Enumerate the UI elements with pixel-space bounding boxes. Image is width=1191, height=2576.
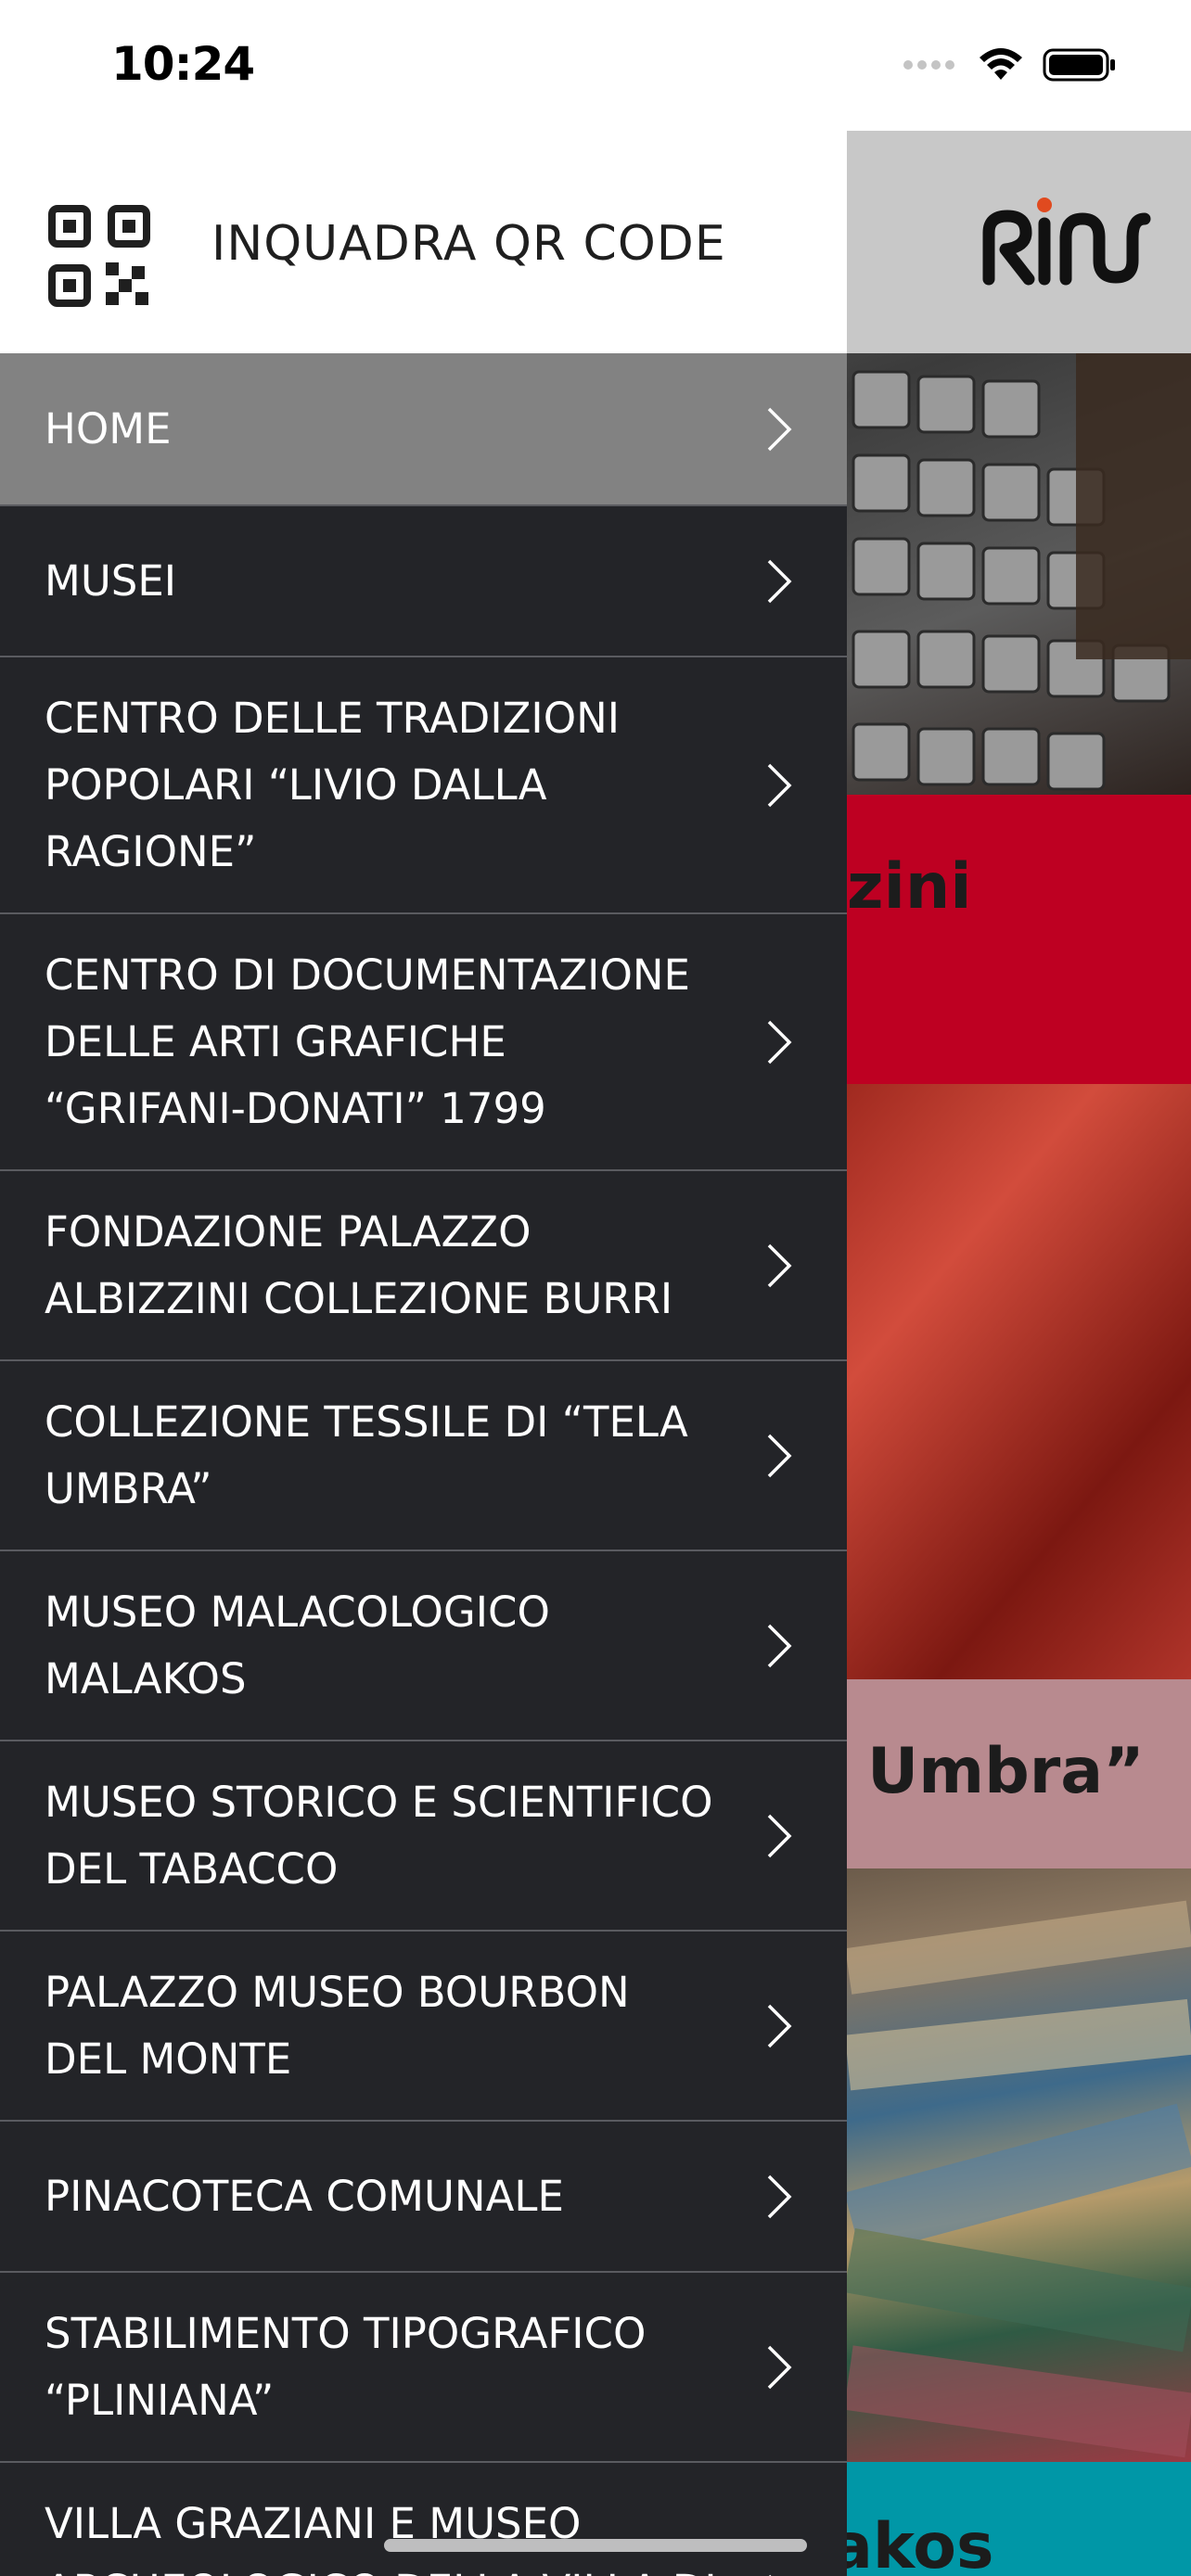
- menu-item-label: FONDAZIONE PALAZZO ALBIZZINI COLLEZIONE …: [45, 1206, 673, 1323]
- battery-icon: [1043, 48, 1115, 82]
- chevron-right-icon: [767, 2004, 792, 2047]
- qr-code-icon: [48, 205, 150, 307]
- chevron-right-icon: [767, 1814, 792, 1857]
- chevron-right-icon: [767, 1243, 792, 1287]
- qr-label: INQUADRA QR CODE: [211, 216, 726, 272]
- menu-item-villa-graziani[interactable]: VILLA GRAZIANI E MUSEO ARCHEOLOGICO DELL…: [0, 2461, 847, 2576]
- chevron-right-icon: [767, 1624, 792, 1667]
- status-time: 10:24: [111, 37, 255, 91]
- menu-item-fondazione-burri[interactable]: FONDAZIONE PALAZZO ALBIZZINI COLLEZIONE …: [0, 1169, 847, 1359]
- chevron-right-icon: [767, 1020, 792, 1064]
- chevron-right-icon: [767, 2174, 792, 2218]
- menu-item-pinacoteca[interactable]: PINACOTECA COMUNALE: [0, 2120, 847, 2271]
- menu-item-label: MUSEO MALACOLOGICO MALAKOS: [45, 1587, 550, 1703]
- status-bar: 10:24: [0, 0, 1191, 131]
- chevron-right-icon: [767, 407, 792, 451]
- wifi-icon: [980, 48, 1022, 80]
- menu-item-label: STABILIMENTO TIPOGRAFICO “PLINIANA”: [45, 2308, 647, 2425]
- menu-item-musei[interactable]: MUSEI: [0, 504, 847, 656]
- status-icons: [903, 46, 1117, 83]
- menu-item-label: MUSEI: [45, 555, 177, 606]
- menu-item-label: CENTRO DI DOCUMENTAZIONE DELLE ARTI GRAF…: [45, 950, 690, 1133]
- menu-item-label: PINACOTECA COMUNALE: [45, 2171, 564, 2221]
- menu-item-label: PALAZZO MUSEO BOURBON DEL MONTE: [45, 1967, 630, 2084]
- card-title: Umbra”: [867, 1735, 1145, 1808]
- menu-item-tela-umbra[interactable]: COLLEZIONE TESSILE DI “TELA UMBRA”: [0, 1359, 847, 1549]
- menu-item-label: VILLA GRAZIANI E MUSEO ARCHEOLOGICO DELL…: [45, 2499, 717, 2576]
- chevron-right-icon: [769, 2574, 772, 2576]
- card-title: zini: [847, 850, 972, 924]
- menu-item-tabacco[interactable]: MUSEO STORICO E SCIENTIFICO DEL TABACCO: [0, 1740, 847, 1930]
- rim-logo: [982, 198, 1151, 286]
- menu-item-label: COLLEZIONE TESSILE DI “TELA UMBRA”: [45, 1396, 688, 1513]
- menu-item-label: CENTRO DELLE TRADIZIONI POPOLARI “LIVIO …: [45, 693, 621, 876]
- card-title: akos: [830, 2510, 994, 2576]
- menu-item-label: HOME: [45, 403, 172, 453]
- chevron-right-icon: [767, 1434, 792, 1477]
- menu-item-pliniana[interactable]: STABILIMENTO TIPOGRAFICO “PLINIANA”: [0, 2271, 847, 2461]
- qr-scan-button[interactable]: INQUADRA QR CODE: [0, 131, 847, 353]
- menu-item-home[interactable]: HOME: [0, 353, 847, 504]
- menu-item-bourbon-del-monte[interactable]: PALAZZO MUSEO BOURBON DEL MONTE: [0, 1930, 847, 2120]
- signal-icon: [903, 60, 954, 70]
- chevron-right-icon: [767, 2345, 792, 2389]
- side-drawer: INQUADRA QR CODE HOME MUSEI CENTRO DELLE…: [0, 131, 847, 2576]
- menu-item-malakos[interactable]: MUSEO MALACOLOGICO MALAKOS: [0, 1549, 847, 1740]
- menu-item-label: MUSEO STORICO E SCIENTIFICO DEL TABACCO: [45, 1777, 713, 1894]
- chevron-right-icon: [767, 763, 792, 807]
- chevron-right-icon: [767, 559, 792, 603]
- menu-item-centro-documentazione[interactable]: CENTRO DI DOCUMENTAZIONE DELLE ARTI GRAF…: [0, 912, 847, 1169]
- menu-item-centro-tradizioni[interactable]: CENTRO DELLE TRADIZIONI POPOLARI “LIVIO …: [0, 656, 847, 912]
- home-indicator[interactable]: [384, 2539, 807, 2552]
